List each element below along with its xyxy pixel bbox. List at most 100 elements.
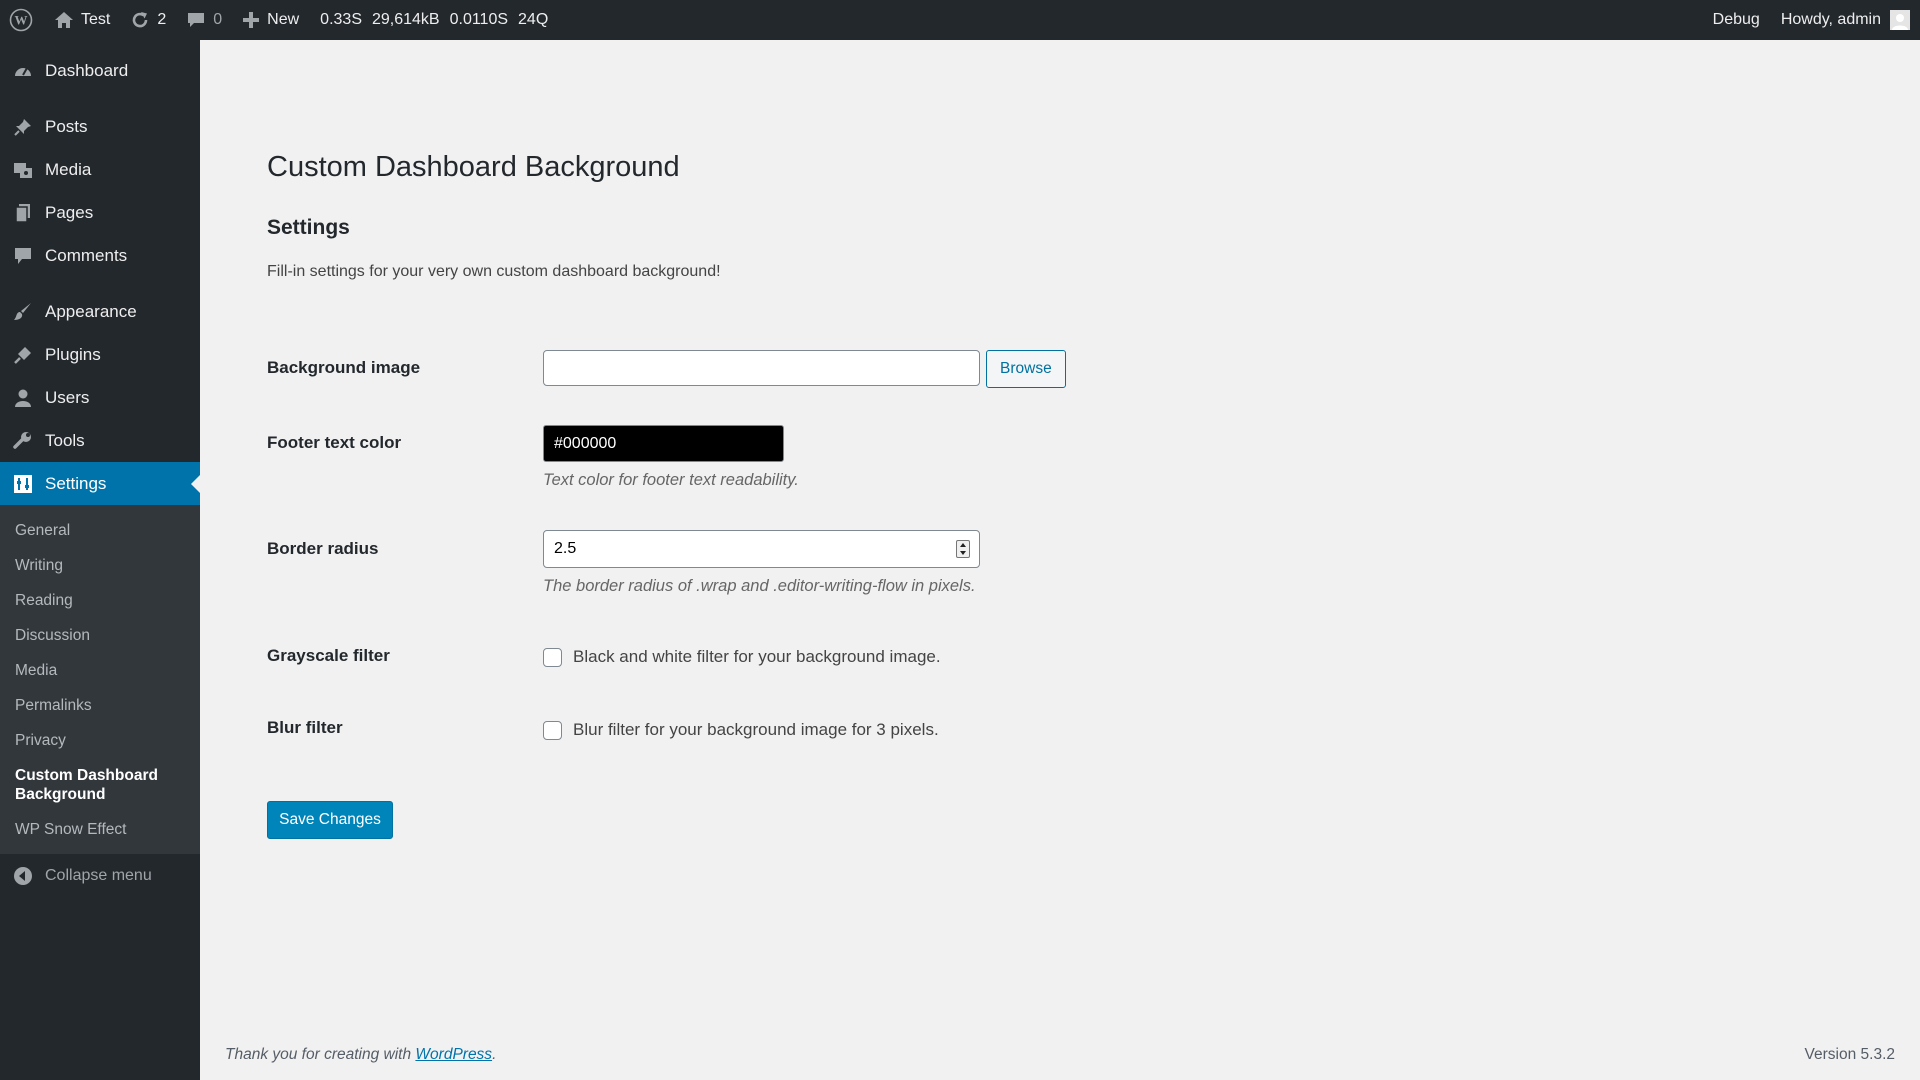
menu-item-tools[interactable]: Tools [0, 419, 200, 462]
plus-icon [242, 11, 260, 29]
menu-item-appearance[interactable]: Appearance [0, 290, 200, 333]
settings-submenu: General Writing Reading Discussion Media… [0, 505, 200, 854]
menu-item-pages[interactable]: Pages [0, 191, 200, 234]
blur-checkbox[interactable] [543, 720, 562, 740]
svg-text:W: W [15, 13, 28, 28]
pin-icon [12, 117, 34, 137]
footer-color-input[interactable] [543, 425, 784, 462]
menu-item-dashboard[interactable]: Dashboard [0, 49, 200, 92]
footer-color-description: Text color for footer text readability. [543, 471, 799, 489]
submenu-item-discussion[interactable]: Discussion [0, 618, 200, 653]
background-image-field: Browse [543, 350, 1066, 388]
menu-item-media[interactable]: Media [0, 148, 200, 191]
query-monitor-time[interactable]: 0.33S [315, 0, 367, 40]
home-icon [54, 11, 74, 29]
settings-icon [12, 474, 34, 494]
submenu-item-writing[interactable]: Writing [0, 548, 200, 583]
footer-thanks: Thank you for creating with WordPress. [225, 1046, 496, 1064]
collapse-menu-button[interactable]: Collapse menu [0, 854, 200, 886]
stat-memory: 29,614kB [371, 11, 440, 28]
debug-label: Debug [1712, 11, 1760, 28]
wrench-icon [12, 431, 34, 451]
stat-queries: 24Q [518, 11, 549, 28]
my-account-menu[interactable]: Howdy, admin [1771, 0, 1920, 40]
border-radius-label: Border radius [267, 539, 379, 558]
submenu-item-permalinks[interactable]: Permalinks [0, 688, 200, 723]
save-changes-button[interactable]: Save Changes [267, 801, 393, 839]
menu-label: Settings [45, 473, 107, 493]
pages-icon [12, 203, 34, 223]
blur-checkbox-row[interactable]: Blur filter for your background image fo… [543, 720, 939, 740]
comment-bubble-icon [186, 10, 206, 30]
admin-bar: W Test 2 0 New 0.33S 29,614kB 0.0110S 24… [0, 0, 1920, 40]
border-radius-input[interactable] [543, 530, 980, 568]
updates-icon [130, 10, 150, 30]
menu-label: Comments [45, 245, 128, 265]
submenu-item-wp-snow-effect[interactable]: WP Snow Effect [0, 812, 200, 847]
avatar [1890, 10, 1910, 30]
user-icon [12, 388, 34, 408]
border-radius-field [543, 530, 980, 568]
grayscale-checkbox-label: Black and white filter for your backgrou… [573, 647, 941, 666]
submenu-item-media[interactable]: Media [0, 653, 200, 688]
footer-thanks-text: Thank you for creating with [225, 1046, 416, 1063]
greeting: Howdy, admin [1780, 11, 1881, 28]
wordpress-logo-icon: W [9, 8, 33, 32]
submenu-item-custom-dashboard-background[interactable]: Custom Dashboard Background [0, 758, 180, 812]
stat-time: 0.33S [320, 11, 362, 28]
grayscale-checkbox-row[interactable]: Black and white filter for your backgrou… [543, 647, 941, 667]
footer-text-color-label: Footer text color [267, 433, 402, 452]
query-monitor-queries[interactable]: 24Q [513, 0, 553, 40]
page-title: Custom Dashboard Background [267, 151, 680, 183]
footer-version: Version 5.3.2 [1804, 1046, 1895, 1063]
menu-label: Plugins [45, 344, 101, 364]
menu-item-settings[interactable]: Settings [0, 462, 200, 505]
collapse-label: Collapse menu [45, 867, 152, 884]
menu-label: Appearance [45, 301, 137, 321]
grayscale-filter-label: Grayscale filter [267, 646, 390, 665]
intro-text: Fill-in settings for your very own custo… [267, 263, 721, 280]
menu-label: Dashboard [45, 60, 129, 80]
debug-menu[interactable]: Debug [1703, 0, 1771, 40]
number-spinner[interactable] [956, 540, 970, 558]
query-monitor-db-time[interactable]: 0.0110S [445, 0, 513, 40]
border-radius-number-wrap [543, 530, 980, 568]
wordpress-logo-menu[interactable]: W [0, 0, 44, 40]
background-image-input[interactable] [543, 350, 980, 386]
menu-item-posts[interactable]: Posts [0, 105, 200, 148]
query-monitor-memory[interactable]: 29,614kB [367, 0, 445, 40]
section-title: Settings [267, 216, 350, 239]
updates-menu[interactable]: 2 [120, 0, 176, 40]
collapse-arrow-icon [12, 866, 34, 886]
menu-item-comments[interactable]: Comments [0, 234, 200, 277]
admin-sidebar: Dashboard Posts Media Pages Comments App… [0, 40, 200, 1080]
site-name-menu[interactable]: Test [44, 0, 120, 40]
new-content-menu[interactable]: New [232, 0, 309, 40]
menu-label: Pages [45, 202, 94, 222]
menu-item-plugins[interactable]: Plugins [0, 333, 200, 376]
submenu-item-general[interactable]: General [0, 513, 200, 548]
brush-icon [12, 302, 34, 322]
wordpress-link[interactable]: WordPress [415, 1046, 492, 1063]
comment-icon [12, 246, 34, 266]
footer-thanks-suffix: . [492, 1046, 497, 1063]
dashboard-icon [12, 61, 34, 81]
updates-count: 2 [157, 11, 167, 28]
spinner-down-icon[interactable] [960, 551, 966, 555]
comments-menu[interactable]: 0 [176, 0, 232, 40]
menu-item-users[interactable]: Users [0, 376, 200, 419]
background-image-label: Background image [267, 358, 421, 377]
grayscale-checkbox[interactable] [543, 647, 562, 667]
blur-filter-label: Blur filter [267, 718, 343, 737]
admin-bar-left: W Test 2 0 New 0.33S 29,614kB 0.0110S 24… [0, 0, 553, 40]
browse-button[interactable]: Browse [986, 350, 1066, 388]
media-icon [12, 160, 34, 180]
main-content: Custom Dashboard Background Settings Fil… [200, 40, 1920, 1080]
site-name: Test [81, 11, 111, 28]
spinner-up-icon[interactable] [960, 543, 966, 547]
menu-label: Tools [45, 430, 85, 450]
menu-label: Media [45, 159, 92, 179]
stat-db-time: 0.0110S [449, 11, 509, 28]
submenu-item-privacy[interactable]: Privacy [0, 723, 200, 758]
submenu-item-reading[interactable]: Reading [0, 583, 200, 618]
